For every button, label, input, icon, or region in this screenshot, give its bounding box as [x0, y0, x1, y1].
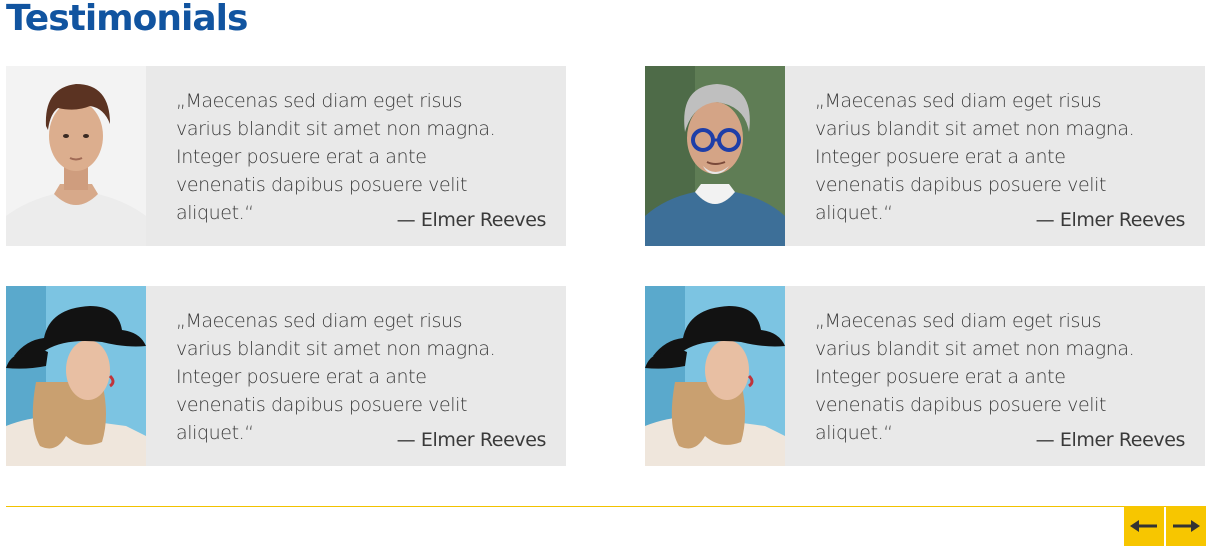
older-man-glasses-portrait-icon [645, 66, 785, 246]
arrow-right-icon [1173, 520, 1200, 532]
testimonial-author: — Elmer Reeves [1035, 429, 1186, 451]
testimonial-author: — Elmer Reeves [396, 209, 547, 231]
testimonial-card: „Maecenas sed diam eget risus varius bla… [6, 66, 566, 246]
avatar [6, 286, 146, 466]
woman-black-hat-portrait-icon [6, 286, 146, 466]
carousel-next-button[interactable] [1166, 506, 1206, 546]
testimonial-author: — Elmer Reeves [396, 429, 547, 451]
avatar [645, 66, 785, 246]
testimonial-card: „Maecenas sed diam eget risus varius bla… [6, 286, 566, 466]
testimonial-card: „Maecenas sed diam eget risus varius bla… [645, 286, 1205, 466]
page-title: Testimonials [6, 0, 248, 39]
arrow-left-icon [1130, 520, 1157, 532]
avatar [6, 66, 146, 246]
carousel-divider [6, 506, 1206, 507]
young-man-portrait-icon [6, 66, 146, 246]
carousel-prev-button[interactable] [1124, 506, 1164, 546]
testimonial-card: „Maecenas sed diam eget risus varius bla… [645, 66, 1205, 246]
avatar [645, 286, 785, 466]
woman-black-hat-portrait-icon [645, 286, 785, 466]
testimonial-author: — Elmer Reeves [1035, 209, 1186, 231]
